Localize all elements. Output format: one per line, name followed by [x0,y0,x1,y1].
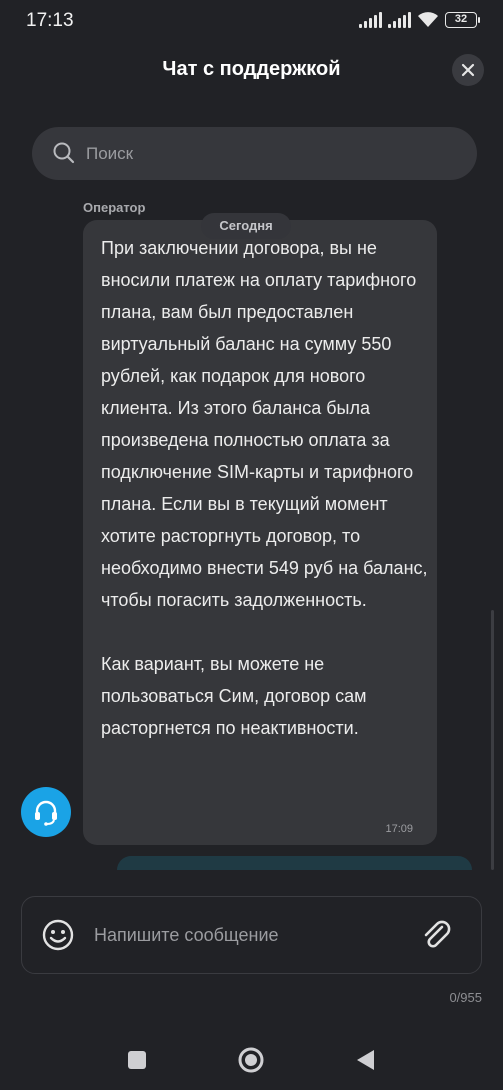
triangle-back-icon[interactable] [354,1048,376,1072]
message-time: 17:09 [385,823,413,835]
signal-icon [359,12,382,28]
paperclip-icon[interactable] [418,917,454,953]
close-icon [461,63,475,77]
date-chip: Сегодня [201,213,291,239]
headset-icon [35,800,57,826]
char-counter: 0/955 [449,990,482,1005]
signal-icon-2 [388,12,411,28]
search-bar[interactable] [32,127,477,180]
message-text: При заключении договора, вы не вносили п… [101,238,428,738]
search-icon [53,142,75,164]
wifi-icon [418,12,438,27]
message-input[interactable] [94,897,404,973]
square-icon[interactable] [127,1050,147,1070]
chat-area[interactable]: Оператор Сегодня При заключении договора… [0,190,503,870]
scrollbar[interactable] [491,610,494,870]
battery-icon: 32 [445,12,480,28]
circle-icon[interactable] [237,1046,265,1074]
smiley-icon[interactable] [40,917,76,953]
sender-label: Оператор [83,200,146,215]
chat-header: Чат с поддержкой [0,46,503,96]
status-bar: 17:13 32 [0,0,503,44]
page-title: Чат с поддержкой [162,58,341,80]
close-button[interactable] [452,54,484,86]
status-icons: 32 [359,12,480,28]
system-nav-bar [0,1030,503,1090]
next-message-bubble[interactable] [117,856,472,870]
message-composer[interactable] [21,896,482,974]
message-bubble[interactable]: При заключении договора, вы не вносили п… [83,220,437,845]
operator-avatar [21,787,71,837]
status-time: 17:13 [26,10,74,31]
search-input[interactable] [86,127,456,180]
